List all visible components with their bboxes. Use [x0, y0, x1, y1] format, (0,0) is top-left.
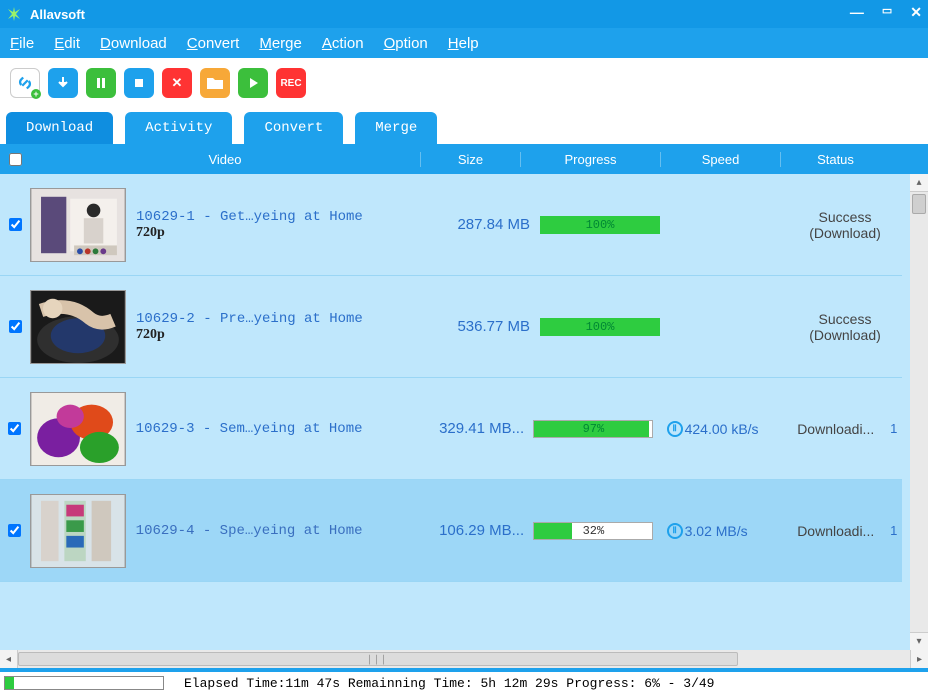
progress-bar: 100% — [540, 216, 660, 234]
menu-help[interactable]: Help — [448, 35, 479, 52]
thumbnail — [30, 290, 126, 364]
record-button[interactable]: REC — [276, 68, 306, 98]
status-bar: Elapsed Time:11m 47s Remainning Time: 5h… — [0, 672, 928, 694]
row-checkbox[interactable] — [9, 320, 22, 333]
extra-value: 1 — [890, 523, 902, 538]
scroll-up-button[interactable]: ▴ — [910, 174, 928, 192]
pause-icon[interactable]: Ⅱ — [667, 523, 683, 539]
scroll-down-button[interactable]: ▾ — [910, 632, 928, 650]
minimize-button[interactable]: — — [850, 4, 864, 21]
table-row[interactable]: 10629-1 - Get…yeing at Home 720p 287.84 … — [0, 174, 902, 276]
open-folder-button[interactable] — [200, 68, 230, 98]
video-title: 10629-2 - Pre…yeing at Home — [136, 311, 363, 327]
maximize-button[interactable]: ▭ — [882, 4, 892, 21]
menu-edit[interactable]: Edit — [54, 35, 80, 52]
thumbnail — [30, 392, 126, 466]
status-value: Success (Download) — [790, 209, 900, 241]
table-row[interactable]: 10629-2 - Pre…yeing at Home 720p 536.77 … — [0, 276, 902, 378]
app-icon — [6, 6, 22, 22]
horizontal-scrollbar[interactable]: ◂ │││ ▸ — [0, 650, 928, 668]
vertical-scrollbar[interactable]: ▴ ▾ — [910, 174, 928, 650]
video-quality: 720p — [136, 327, 363, 343]
menu-action[interactable]: Action — [322, 35, 364, 52]
progress-bar: 32% — [533, 522, 653, 540]
toolbar: + ✕ REC — [0, 58, 928, 108]
progress-bar: 100% — [540, 318, 660, 336]
progress-label: 100% — [541, 319, 659, 335]
size-value: 106.29 MB... — [415, 522, 524, 539]
column-status[interactable]: Status — [780, 152, 890, 167]
menu-bar: File Edit Download Convert Merge Action … — [0, 28, 928, 58]
scroll-right-button[interactable]: ▸ — [910, 650, 928, 668]
progress-label: 32% — [534, 523, 652, 539]
progress-label: 97% — [534, 421, 652, 437]
row-checkbox[interactable] — [8, 422, 21, 435]
video-title-block: 10629-4 - Spe…yeing at Home — [136, 523, 363, 539]
status-value: Downloadi... — [781, 421, 890, 437]
select-all-checkbox[interactable] — [9, 153, 22, 166]
horizontal-scrollbar-thumb[interactable]: │││ — [18, 652, 738, 666]
row-checkbox[interactable] — [8, 524, 21, 537]
progress-bar: 97% — [533, 420, 653, 438]
video-title-block: 10629-1 - Get…yeing at Home 720p — [136, 209, 363, 241]
table-row[interactable]: 10629-3 - Sem…yeing at Home 329.41 MB...… — [0, 378, 902, 480]
menu-merge[interactable]: Merge — [259, 35, 302, 52]
global-progress-bar — [4, 676, 164, 690]
video-title: 10629-3 - Sem…yeing at Home — [136, 421, 363, 437]
column-size[interactable]: Size — [420, 152, 520, 167]
video-quality: 720p — [136, 225, 363, 241]
column-progress[interactable]: Progress — [520, 152, 660, 167]
menu-convert[interactable]: Convert — [187, 35, 240, 52]
size-value: 287.84 MB — [420, 216, 530, 233]
video-title-block: 10629-2 - Pre…yeing at Home 720p — [136, 311, 363, 343]
size-value: 329.41 MB... — [415, 420, 524, 437]
status-value: Downloadi... — [781, 523, 890, 539]
video-title: 10629-4 - Spe…yeing at Home — [136, 523, 363, 539]
menu-download[interactable]: Download — [100, 35, 167, 52]
column-video[interactable]: Video — [30, 152, 420, 167]
status-value: Success (Download) — [790, 311, 900, 343]
tab-download[interactable]: Download — [6, 112, 113, 144]
tab-activity[interactable]: Activity — [125, 112, 232, 144]
pause-button[interactable] — [86, 68, 116, 98]
status-text: Elapsed Time:11m 47s Remainning Time: 5h… — [184, 676, 715, 691]
pause-icon[interactable]: Ⅱ — [667, 421, 683, 437]
tab-merge[interactable]: Merge — [355, 112, 437, 144]
app-title: Allavsoft — [30, 7, 85, 22]
delete-button[interactable]: ✕ — [162, 68, 192, 98]
extra-value: 1 — [890, 421, 902, 436]
tab-convert[interactable]: Convert — [244, 112, 343, 144]
thumbnail — [30, 188, 126, 262]
column-speed[interactable]: Speed — [660, 152, 780, 167]
download-button[interactable] — [48, 68, 78, 98]
video-title-block: 10629-3 - Sem…yeing at Home — [136, 421, 363, 437]
video-title: 10629-1 - Get…yeing at Home — [136, 209, 363, 225]
close-button[interactable]: ✕ — [910, 4, 922, 21]
vertical-scrollbar-thumb[interactable] — [912, 194, 926, 214]
scroll-left-button[interactable]: ◂ — [0, 650, 18, 668]
speed-value: 424.00 kB/s — [685, 421, 759, 437]
menu-file[interactable]: File — [10, 35, 34, 52]
row-checkbox[interactable] — [9, 218, 22, 231]
menu-option[interactable]: Option — [384, 35, 428, 52]
stop-button[interactable] — [124, 68, 154, 98]
table-row[interactable]: 10629-4 - Spe…yeing at Home 106.29 MB...… — [0, 480, 902, 582]
title-bar: Allavsoft — ▭ ✕ — [0, 0, 928, 28]
speed-value: 3.02 MB/s — [685, 523, 748, 539]
thumbnail — [30, 494, 126, 568]
progress-label: 100% — [541, 217, 659, 233]
size-value: 536.77 MB — [420, 318, 530, 335]
list-area: 10629-1 - Get…yeing at Home 720p 287.84 … — [0, 174, 928, 650]
tabs-row: Download Activity Convert Merge — [0, 108, 928, 144]
play-button[interactable] — [238, 68, 268, 98]
column-header: Video Size Progress Speed Status — [0, 144, 928, 174]
paste-url-button[interactable]: + — [10, 68, 40, 98]
